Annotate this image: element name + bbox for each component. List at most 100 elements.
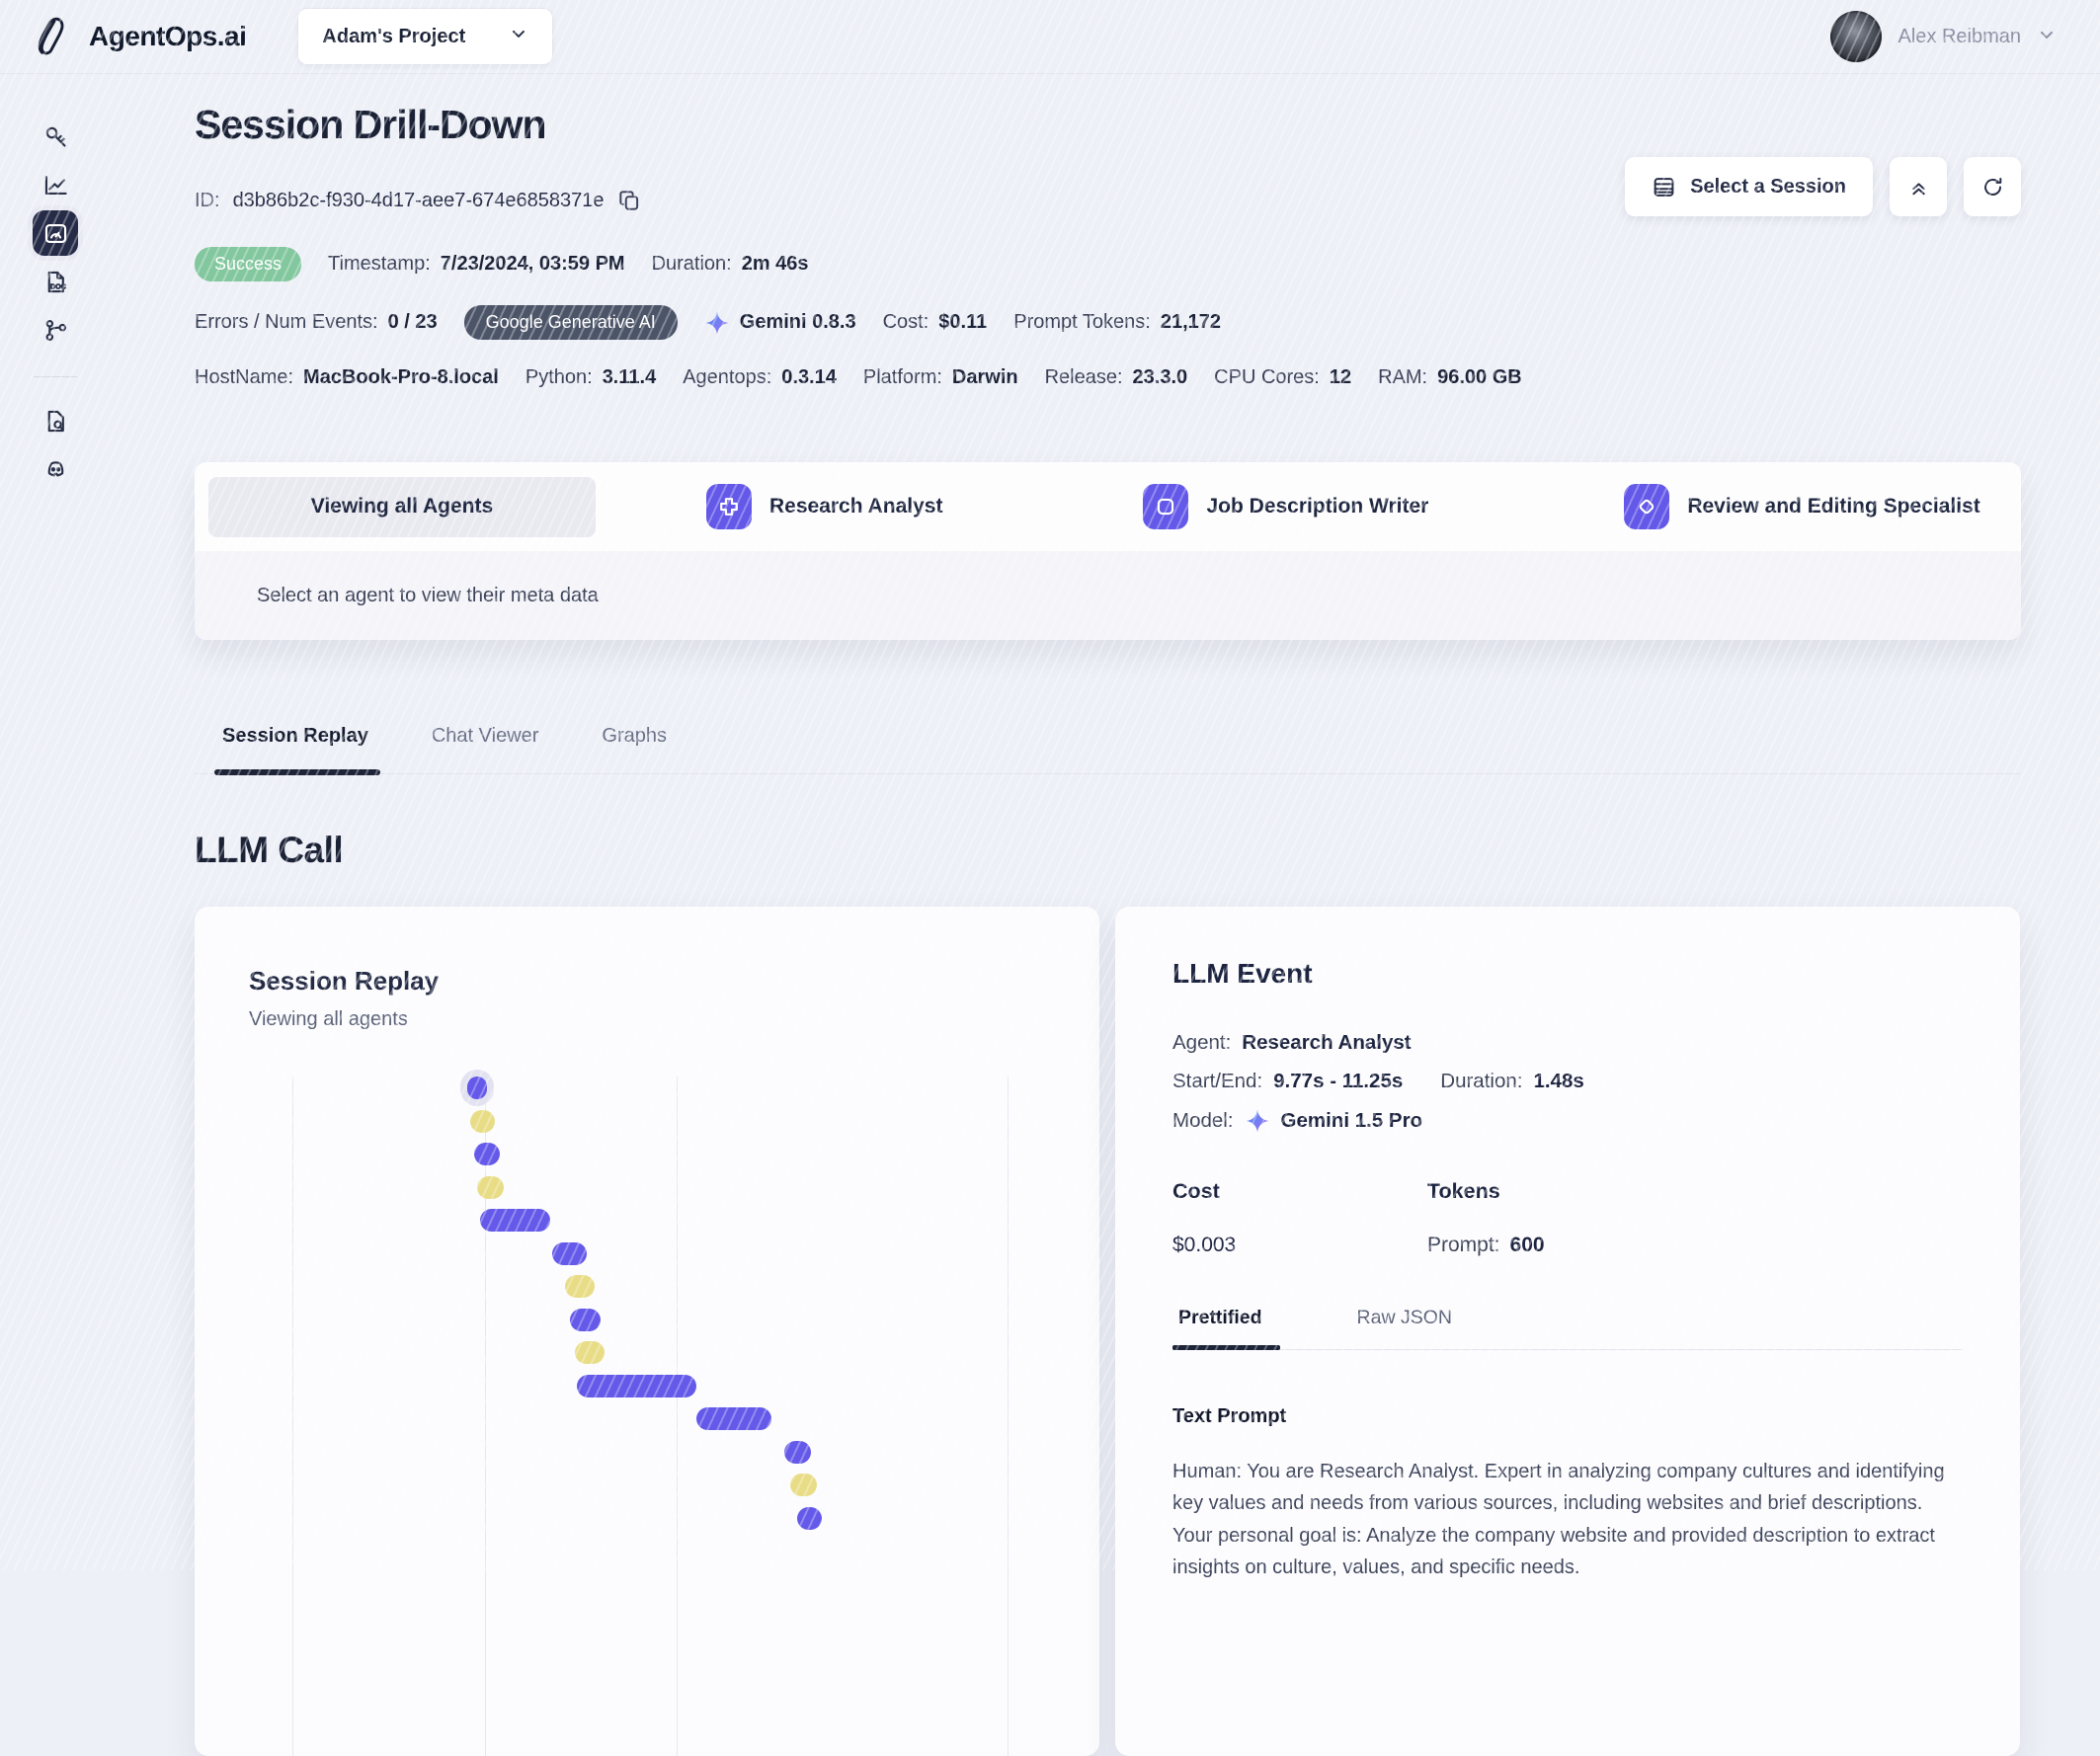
doc-file-icon: DOC	[47, 271, 66, 292]
replay-event-bar[interactable]	[575, 1341, 606, 1364]
agent-tab-label: Job Description Writer	[1206, 495, 1429, 518]
chevron-down-icon	[509, 24, 528, 49]
event-startend-value: 9.77s - 11.25s	[1273, 1070, 1404, 1092]
sidebar-item-discord[interactable]	[33, 446, 78, 492]
timestamp-label: Timestamp:	[328, 253, 431, 275]
sidebar-item-analytics[interactable]	[33, 162, 78, 207]
line-chart-icon	[44, 175, 67, 195]
copy-id-button[interactable]	[616, 188, 642, 213]
cost-tokens-grid: Cost $0.003 Tokens Prompt: 600	[1172, 1179, 1963, 1257]
tab-session-replay[interactable]: Session Replay	[214, 725, 380, 775]
host-label: Platform:	[862, 366, 942, 388]
tab-chat-viewer[interactable]: Chat Viewer	[432, 725, 539, 773]
provider-badge: Google Generative AI	[463, 305, 678, 340]
agent-tab-label: Review and Editing Specialist	[1687, 495, 1980, 518]
sidebar-item-documentation[interactable]	[33, 398, 78, 443]
collapse-button[interactable]	[1890, 157, 1947, 216]
replay-event-bar[interactable]	[474, 1143, 501, 1165]
event-prompt-label: Prompt:	[1427, 1234, 1500, 1256]
session-host-row: HostName: MacBook-Pro-8.local Python: 3.11…	[195, 366, 2021, 389]
main-content: Session Drill-Down Select a Session ID: …	[111, 74, 2100, 1756]
replay-event-bar[interactable]	[696, 1407, 772, 1430]
event-agent-value: Research Analyst	[1242, 1031, 1412, 1054]
app-header: AgentOps.ai Adam's Project Alex Reibman	[0, 0, 2100, 74]
project-name: Adam's Project	[322, 25, 466, 47]
user-name: Alex Reibman	[1898, 25, 2021, 47]
brand: AgentOps.ai	[30, 12, 247, 62]
dashboard-gauge-icon	[44, 223, 66, 243]
session-status-row: Success Timestamp: 7/23/2024, 03:59 PM Du…	[195, 247, 2021, 281]
agent-tab-label: Research Analyst	[769, 495, 943, 518]
host-label: HostName:	[195, 366, 294, 388]
tab-raw-json[interactable]: Raw JSON	[1357, 1307, 1452, 1349]
host-value: MacBook-Pro-8.local	[303, 366, 499, 388]
sidebar-divider	[34, 376, 77, 377]
avatar[interactable]	[1830, 11, 1883, 62]
event-model-value: Gemini 1.5 Pro	[1280, 1109, 1423, 1132]
replay-event-bar[interactable]	[476, 1175, 504, 1199]
chevron-down-icon	[2037, 25, 2057, 49]
select-session-label: Select a Session	[1690, 175, 1846, 198]
refresh-button[interactable]	[1964, 157, 2021, 216]
replay-event-bar[interactable]	[551, 1241, 587, 1265]
host-value: Darwin	[951, 366, 1018, 388]
agent-tab-job-description-writer[interactable]: Job Description Writer	[1143, 484, 1428, 529]
project-selector[interactable]: Adam's Project	[297, 8, 554, 65]
replay-gantt-chart[interactable]	[239, 1077, 1045, 1756]
cost-value: $0.11	[938, 311, 988, 333]
agents-hint: Select an agent to view their meta data	[195, 551, 2021, 640]
sidebar-item-session-drilldown[interactable]	[33, 210, 78, 256]
errors-label: Errors / Num Events:	[195, 311, 378, 333]
sidebar-item-api-keys[interactable]	[33, 114, 78, 159]
text-prompt-label: Text Prompt	[1172, 1405, 1287, 1427]
view-tabs: Session Replay Chat Viewer Graphs	[195, 725, 2021, 775]
llm-event-title: LLM Event	[1172, 958, 1313, 989]
session-events-row: Errors / Num Events: 0 / 23 Google Genera…	[195, 305, 2021, 340]
event-cost-value: $0.003	[1172, 1234, 1237, 1256]
text-prompt-content: Human: You are Research Analyst. Expert …	[1172, 1461, 1945, 1579]
select-session-button[interactable]: Select a Session	[1625, 157, 1873, 216]
llm-call-heading: LLM Call	[195, 830, 344, 870]
tab-prettified[interactable]: Prettified	[1172, 1307, 1279, 1350]
host-label: Release:	[1044, 366, 1123, 388]
host-label: Python:	[525, 366, 593, 388]
agent-tab-research-analyst[interactable]: Research Analyst	[706, 484, 942, 529]
model-name: Gemini 0.8.3	[739, 311, 856, 333]
brand-name: AgentOps.ai	[89, 21, 247, 51]
status-badge: Success	[195, 247, 302, 281]
copy-icon	[619, 191, 639, 210]
key-icon	[45, 126, 66, 147]
agent-tab-review-editing-specialist[interactable]: Review and Editing Specialist	[1624, 484, 1980, 529]
page-title: Session Drill-Down	[195, 102, 547, 147]
replay-event-bar[interactable]	[784, 1440, 812, 1464]
event-startend-label: Start/End:	[1172, 1070, 1263, 1092]
session-replay-card: Session Replay Viewing all agents	[195, 907, 1099, 1756]
replay-event-bar[interactable]	[479, 1209, 550, 1232]
replay-event-bar[interactable]	[564, 1275, 595, 1298]
replay-event-bar[interactable]	[466, 1077, 488, 1099]
viewing-all-agents-tab[interactable]: Viewing all Agents	[208, 476, 596, 537]
discord-icon	[47, 460, 63, 477]
session-id-value: d3b86b2c-f930-4d17-aee7-674e6858371e	[232, 189, 605, 211]
event-duration-label: Duration:	[1440, 1070, 1523, 1092]
host-value: 23.3.0	[1132, 366, 1188, 388]
user-menu[interactable]: Alex Reibman	[1830, 11, 2057, 62]
replay-event-bar[interactable]	[790, 1474, 818, 1496]
replay-event-bar[interactable]	[796, 1506, 822, 1530]
chart-gridline	[677, 1077, 679, 1756]
header-actions: Select a Session	[1625, 157, 2021, 216]
tab-graphs[interactable]: Graphs	[602, 725, 667, 773]
chart-gridline	[291, 1077, 293, 1756]
event-prompt-value: 600	[1509, 1234, 1545, 1256]
review-editing-specialist-icon	[1624, 484, 1670, 529]
sidebar-item-docs[interactable]: DOC	[33, 259, 78, 304]
job-description-writer-icon	[1143, 484, 1189, 529]
replay-event-bar[interactable]	[470, 1109, 495, 1133]
replay-event-bar[interactable]	[570, 1308, 601, 1331]
sidebar-item-github[interactable]	[33, 307, 78, 353]
event-duration-value: 1.48s	[1533, 1070, 1584, 1092]
replay-event-bar[interactable]	[576, 1374, 697, 1397]
host-label: Agentops:	[683, 366, 772, 388]
host-value: 96.00 GB	[1437, 366, 1522, 388]
prompt-tokens-value: 21,172	[1160, 311, 1222, 333]
